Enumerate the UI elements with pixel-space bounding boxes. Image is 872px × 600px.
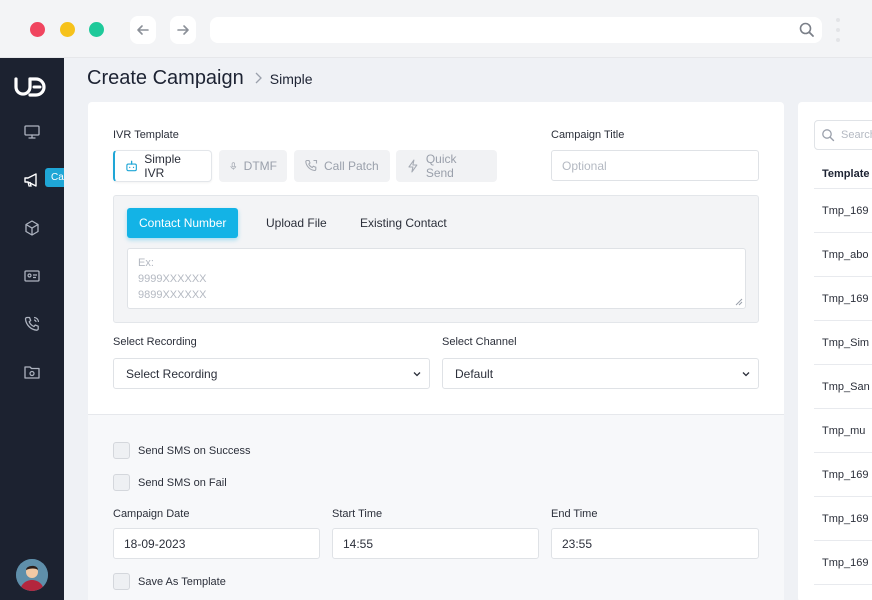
template-search-input[interactable]: Search [814, 120, 872, 150]
resize-handle-icon[interactable] [735, 298, 743, 306]
start-time-input[interactable]: 14:55 [332, 528, 539, 559]
arrow-left-icon [137, 25, 149, 35]
end-time-input[interactable]: 23:55 [551, 528, 759, 559]
close-window-dot[interactable] [30, 22, 45, 37]
ivr-option-label: Call Patch [324, 159, 379, 173]
start-time-label: Start Time [332, 508, 383, 520]
chevron-right-icon [254, 71, 262, 87]
row-divider [814, 584, 872, 585]
maximize-window-dot[interactable] [89, 22, 104, 37]
contact-panel: Contact Number Upload File Existing Cont… [113, 195, 759, 323]
sidebar: Campaign [0, 58, 103, 600]
send-sms-success-label: Send SMS on Success [138, 444, 251, 457]
monitor-icon[interactable] [21, 121, 43, 143]
save-as-template-label: Save As Template [138, 575, 226, 588]
ivr-template-label: IVR Template [113, 129, 179, 141]
microphone-icon [230, 162, 237, 170]
template-row[interactable]: Tmp_mu [822, 425, 865, 437]
select-channel-dropdown[interactable]: Default [442, 358, 759, 389]
tab-upload-file[interactable]: Upload File [254, 208, 339, 238]
chevron-down-icon [742, 372, 750, 377]
folder-lock-icon[interactable] [21, 361, 43, 383]
minimize-window-dot[interactable] [60, 22, 75, 37]
ivr-option-dtmf[interactable]: DTMF [219, 150, 287, 182]
megaphone-icon[interactable] [21, 169, 43, 191]
robot-icon [126, 160, 137, 172]
tab-contact-number[interactable]: Contact Number [127, 208, 239, 238]
select-channel-label: Select Channel [442, 336, 517, 348]
row-divider [814, 540, 872, 541]
phone-icon [305, 159, 318, 172]
send-sms-fail-checkbox[interactable] [113, 474, 130, 491]
campaign-date-input[interactable]: 18-09-2023 [113, 528, 320, 559]
chevron-down-icon [413, 372, 421, 377]
row-divider [814, 408, 872, 409]
ivr-option-label: Simple IVR [144, 152, 181, 180]
address-bar[interactable] [210, 17, 822, 43]
placeholder-line: 9899XXXXXX [138, 289, 207, 301]
schedule-section: Send SMS on Success Send SMS on Fail Cam… [88, 415, 784, 600]
row-divider [814, 496, 872, 497]
placeholder-line: Ex: [138, 257, 154, 269]
contact-number-textarea[interactable]: Ex: 9999XXXXXX 9899XXXXXX [127, 248, 746, 309]
row-divider [814, 364, 872, 365]
page-title: Create Campaign [87, 67, 244, 89]
campaign-form-card: IVR Template Simple IVR DTMF Call Patch … [88, 102, 784, 600]
id-card-icon[interactable] [21, 265, 43, 287]
phone-call-icon[interactable] [21, 313, 43, 335]
template-row[interactable]: Tmp_169 [822, 293, 868, 305]
row-divider [814, 452, 872, 453]
more-icon[interactable] [836, 18, 840, 42]
select-recording-label: Select Recording [113, 336, 197, 348]
ivr-option-label: Quick Send [425, 152, 457, 180]
main-content: Create Campaign Simple IVR Template Simp… [64, 58, 872, 600]
template-row[interactable]: Tmp_Sim [822, 337, 869, 349]
template-row[interactable]: Tmp_169 [822, 513, 868, 525]
row-divider [814, 320, 872, 321]
send-sms-success-checkbox[interactable] [113, 442, 130, 459]
app-logo[interactable] [13, 76, 49, 103]
end-time-label: End Time [551, 508, 598, 520]
campaign-title-label: Campaign Title [551, 129, 625, 141]
row-divider [814, 232, 872, 233]
select-recording-value: Select Recording [126, 366, 218, 381]
campaign-title-input[interactable]: Optional [551, 150, 759, 181]
search-icon [822, 129, 835, 142]
arrow-right-icon [177, 25, 189, 35]
template-row[interactable]: Tmp_San [822, 381, 870, 393]
cube-icon[interactable] [21, 217, 43, 239]
select-recording-dropdown[interactable]: Select Recording [113, 358, 430, 389]
ivr-option-quick-send[interactable]: Quick Send [396, 150, 497, 182]
send-sms-fail-option[interactable]: Send SMS on Fail [113, 474, 227, 491]
campaign-date-label: Campaign Date [113, 508, 190, 520]
tab-existing-contact[interactable]: Existing Contact [348, 208, 459, 238]
row-divider [814, 188, 872, 189]
lightning-icon [408, 159, 418, 173]
forward-button[interactable] [170, 16, 196, 44]
search-icon[interactable] [798, 21, 816, 39]
user-avatar[interactable] [16, 559, 48, 591]
breadcrumb: Create Campaign Simple [87, 67, 313, 90]
back-button[interactable] [130, 16, 156, 44]
send-sms-success-option[interactable]: Send SMS on Success [113, 442, 251, 459]
template-row[interactable]: Tmp_169 [822, 557, 868, 569]
row-divider [814, 276, 872, 277]
ivr-option-simple-ivr[interactable]: Simple IVR [113, 150, 212, 182]
template-search-placeholder: Search [841, 129, 872, 141]
ivr-option-call-patch[interactable]: Call Patch [294, 150, 390, 182]
template-row[interactable]: Tmp_169 [822, 205, 868, 217]
template-column-header: Template [822, 168, 870, 180]
browser-chrome [0, 0, 872, 58]
ivr-option-label: DTMF [243, 159, 277, 173]
template-row[interactable]: Tmp_169 [822, 469, 868, 481]
save-as-template-checkbox[interactable] [113, 573, 130, 590]
template-row[interactable]: Tmp_abo [822, 249, 868, 261]
page-subtitle: Simple [269, 71, 313, 87]
placeholder-line: 9999XXXXXX [138, 273, 207, 285]
save-as-template-option[interactable]: Save As Template [113, 573, 226, 590]
select-channel-value: Default [455, 366, 494, 381]
template-panel: Search Template Tmp_169 Tmp_abo Tmp_169 … [798, 102, 872, 600]
send-sms-fail-label: Send SMS on Fail [138, 476, 227, 489]
